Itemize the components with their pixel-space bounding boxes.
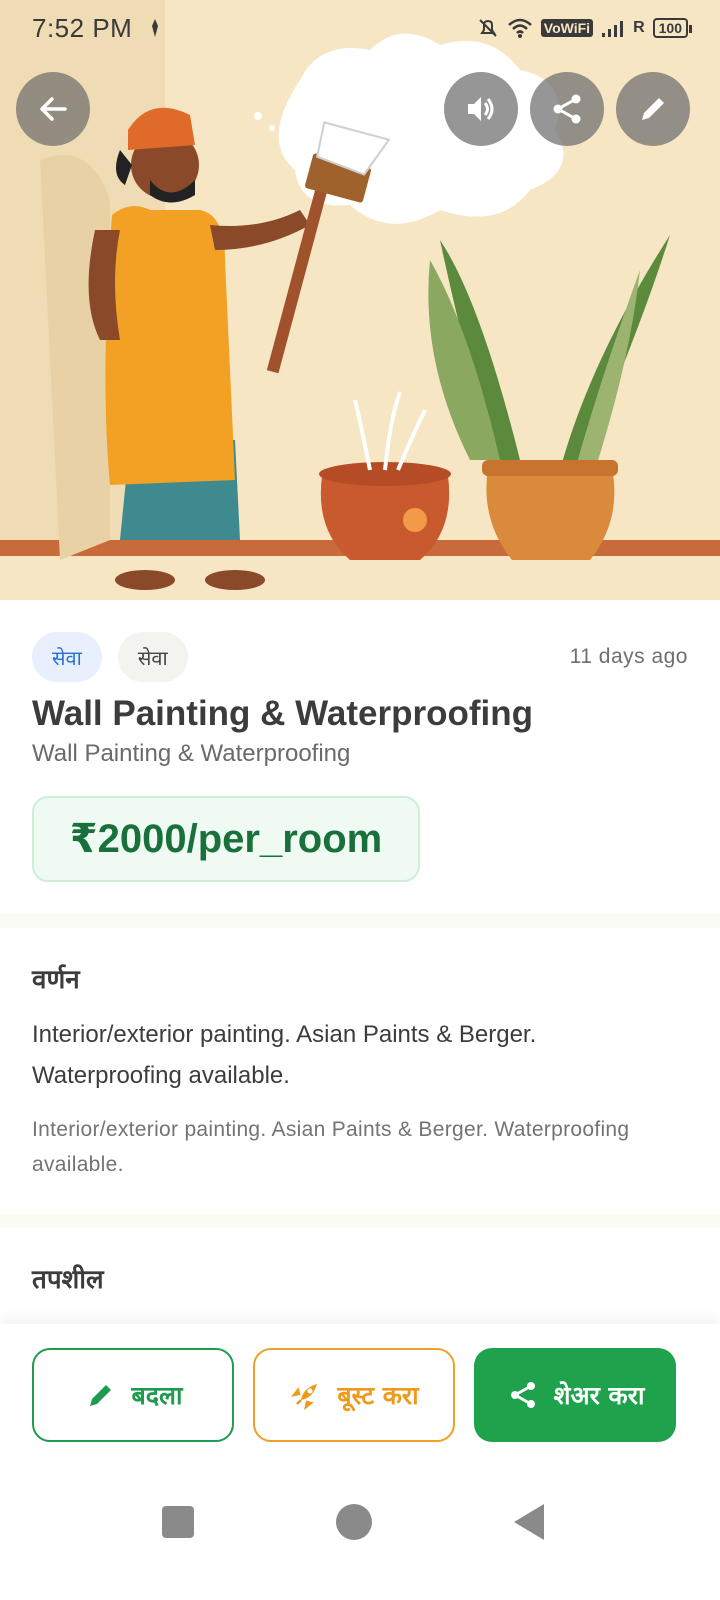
- painter-illustration: [0, 0, 720, 600]
- details-heading: तपशील: [32, 1265, 104, 1295]
- home-button[interactable]: [336, 1504, 372, 1540]
- notification-dot-icon: [152, 19, 159, 37]
- wifi-icon: [507, 18, 532, 38]
- action-bar: बदला बूस्ट करा शेअर करा: [0, 1324, 720, 1484]
- signal-icon: [602, 21, 624, 37]
- listing-subtitle: Wall Painting & Waterproofing: [32, 740, 351, 767]
- system-nav-bar: [0, 1484, 720, 1600]
- arrow-left-icon: [40, 97, 67, 121]
- share-button-label: शेअर करा: [553, 1381, 645, 1410]
- section-divider: [0, 1214, 720, 1228]
- posted-time: 11 days ago: [569, 645, 688, 668]
- description-text: Interior/exterior painting. Asian Paints…: [32, 1021, 537, 1089]
- share-button[interactable]: शेअर करा: [474, 1348, 676, 1442]
- edit-button-label: बदला: [131, 1381, 183, 1410]
- volume-icon: [468, 97, 494, 121]
- edit-button[interactable]: बदला: [32, 1348, 234, 1442]
- pencil-icon: [642, 98, 664, 120]
- recents-button[interactable]: [162, 1506, 194, 1538]
- vowifi-badge: VoWiFi: [540, 19, 594, 37]
- pencil-icon: [89, 1385, 111, 1406]
- listing-detail-screen: 7:52 PM VoWiFi R 100 सेवा सेवा 11 days a…: [0, 0, 720, 1600]
- status-time: 7:52 PM: [32, 12, 133, 43]
- share-button-top[interactable]: [530, 72, 604, 146]
- system-back-button[interactable]: [514, 1504, 544, 1540]
- status-bar: 7:52 PM VoWiFi R 100: [0, 0, 720, 56]
- boost-button[interactable]: बूस्ट करा: [253, 1348, 455, 1442]
- roaming-indicator: R: [633, 19, 645, 36]
- boost-button-label: बूस्ट करा: [337, 1381, 419, 1410]
- price-badge: ₹2000/per_room: [32, 796, 420, 882]
- share-icon: [510, 1382, 535, 1408]
- price-value: ₹2000/per_room: [69, 817, 383, 861]
- listing-title: Wall Painting & Waterproofing: [32, 694, 533, 733]
- back-button[interactable]: [16, 72, 90, 146]
- description-heading: वर्णन: [32, 965, 80, 995]
- mute-bell-icon: [479, 19, 497, 37]
- edit-button-top[interactable]: [616, 72, 690, 146]
- sound-button[interactable]: [444, 72, 518, 146]
- tag-row: सेवा सेवा 11 days ago: [32, 632, 688, 682]
- hero-image: [0, 0, 720, 600]
- rocket-icon: [291, 1384, 318, 1411]
- description-secondary-text: Interior/exterior painting. Asian Paints…: [32, 1118, 630, 1176]
- share-icon: [553, 94, 581, 124]
- category-chip[interactable]: सेवा: [32, 632, 102, 682]
- type-chip[interactable]: सेवा: [117, 632, 188, 682]
- battery-indicator: 100: [652, 18, 693, 38]
- section-divider: [0, 914, 720, 928]
